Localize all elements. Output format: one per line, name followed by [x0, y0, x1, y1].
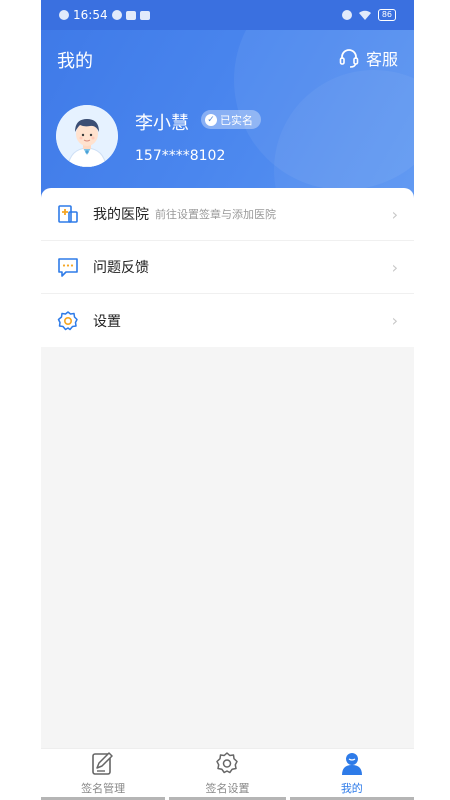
app-notification-icon	[125, 10, 136, 20]
doctor-avatar-icon	[56, 105, 118, 167]
chevron-right-icon: ›	[391, 257, 398, 277]
tab-label: 签名设置	[205, 782, 250, 795]
app-screen: 16:54 86 我的 客服 李小慧 ✓ 已实名 157****8102 我的医…	[41, 0, 414, 800]
gear-icon	[213, 750, 241, 778]
menu-item-label: 问题反馈	[93, 260, 149, 276]
chevron-right-icon: ›	[391, 204, 398, 224]
menu-item-label: 我的医院	[93, 207, 149, 223]
settings-icon	[57, 310, 79, 332]
bottom-tab-bar: 签名管理 签名设置 我的	[41, 748, 414, 800]
battery-indicator: 86	[377, 9, 396, 21]
wifi-icon	[358, 10, 371, 20]
verified-badge: ✓ 已实名	[201, 110, 261, 129]
tab-signature-management[interactable]: 签名管理	[41, 749, 166, 800]
feedback-icon	[57, 256, 79, 278]
notification-icon	[111, 10, 122, 20]
profile-header: 我的 客服 李小慧 ✓ 已实名 157****8102	[41, 30, 414, 200]
tab-label: 我的	[340, 782, 363, 795]
tab-mine[interactable]: 我的	[289, 749, 414, 800]
menu-item-settings[interactable]: 设置 ›	[41, 294, 414, 347]
page-title: 我的	[57, 51, 93, 72]
menu-item-my-hospital[interactable]: 我的医院 前往设置签章与添加医院 ›	[41, 188, 414, 241]
app-notification-icon	[139, 10, 150, 20]
verified-label: 已实名	[220, 113, 253, 127]
hospital-icon	[57, 203, 79, 225]
headset-icon	[339, 49, 359, 68]
user-icon	[338, 750, 366, 778]
user-phone: 157****8102	[135, 148, 226, 164]
avatar[interactable]	[56, 105, 118, 167]
alarm-icon	[341, 10, 352, 20]
check-icon: ✓	[205, 113, 217, 126]
user-name: 李小慧	[135, 113, 189, 134]
menu-item-subtitle: 前往设置签章与添加医院	[155, 208, 276, 221]
customer-service-label: 客服	[365, 50, 398, 69]
customer-service-button[interactable]: 客服	[338, 46, 398, 70]
menu-item-feedback[interactable]: 问题反馈 ›	[41, 241, 414, 294]
menu-list: 我的医院 前往设置签章与添加医院 › 问题反馈 › 设置 ›	[41, 188, 414, 347]
edit-icon	[89, 750, 117, 778]
menu-item-label: 设置	[93, 313, 121, 330]
status-right: 86	[341, 9, 396, 21]
tab-signature-settings[interactable]: 签名设置	[165, 749, 289, 800]
chevron-right-icon: ›	[391, 311, 398, 330]
status-icon	[59, 10, 69, 20]
status-time: 16:54	[73, 8, 108, 22]
status-left: 16:54	[59, 8, 150, 22]
tab-label: 签名管理	[81, 782, 126, 795]
status-bar: 16:54 86	[41, 0, 414, 30]
